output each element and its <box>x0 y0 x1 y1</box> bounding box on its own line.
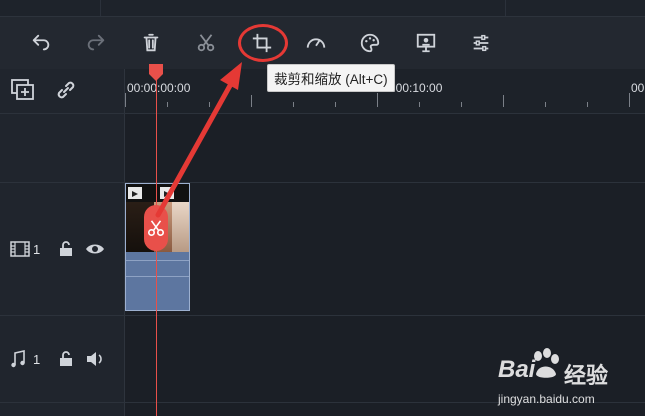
top-strip-segment <box>0 0 101 16</box>
ruler-tick <box>503 95 504 107</box>
video-track-icon <box>10 241 30 257</box>
track-separator <box>0 182 645 183</box>
audio-track-lock-button[interactable] <box>58 351 74 367</box>
color-icon <box>360 33 380 53</box>
audio-track-mute-button[interactable] <box>85 350 105 368</box>
ruler-tick <box>125 93 126 107</box>
screen-record-icon <box>416 33 436 53</box>
top-strip-segment <box>100 0 506 16</box>
ruler-tick <box>629 93 630 107</box>
baidu-paw-icon <box>534 348 559 378</box>
track-separator <box>0 113 645 114</box>
undo-button[interactable] <box>25 27 57 59</box>
color-button[interactable] <box>354 27 386 59</box>
watermark-brand-cn: 经验 <box>564 363 609 388</box>
track-separator <box>0 315 645 316</box>
ruler-tick <box>587 102 588 107</box>
annotation-arrow <box>155 62 242 218</box>
top-strip <box>0 0 645 16</box>
ruler-label-end: 00 <box>631 81 645 95</box>
video-track-visibility-button[interactable] <box>85 241 105 257</box>
film-icon <box>128 187 142 199</box>
baidu-watermark: Bai 经验 jingyan.baidu.com <box>476 340 645 416</box>
audio-track-icon <box>10 350 26 368</box>
scissors-icon <box>147 220 165 237</box>
unlock-icon <box>60 241 72 256</box>
clip-audio-line <box>126 260 189 261</box>
adjust-icon <box>473 34 489 52</box>
speed-icon <box>306 38 326 48</box>
eye-icon <box>86 244 104 254</box>
video-track-lock-button[interactable] <box>58 241 74 257</box>
link-icon <box>57 81 75 99</box>
speaker-icon <box>87 352 102 366</box>
redo-button[interactable] <box>80 27 112 59</box>
screen-record-button[interactable] <box>410 27 442 59</box>
speed-button[interactable] <box>300 27 332 59</box>
undo-icon <box>32 34 50 51</box>
adjust-button[interactable] <box>465 27 497 59</box>
crop-zoom-tooltip: 裁剪和缩放 (Alt+C) <box>267 64 395 92</box>
watermark-brand: Bai <box>498 356 536 383</box>
add-track-button[interactable] <box>10 78 36 102</box>
watermark-url: jingyan.baidu.com <box>498 392 595 406</box>
ruler-tick <box>419 102 420 107</box>
add-track-icon <box>11 79 34 100</box>
ruler-tick <box>461 102 462 107</box>
unlock-icon <box>60 351 72 366</box>
clip-audio-line <box>126 276 189 277</box>
link-button[interactable] <box>54 78 78 102</box>
audio-track-number: 1 <box>33 352 41 367</box>
redo-icon <box>87 34 105 51</box>
ruler-tick <box>293 102 294 107</box>
edit-toolbar <box>0 16 645 70</box>
ruler-tick <box>377 93 378 107</box>
video-track-number: 1 <box>33 242 41 257</box>
ruler-tick <box>545 102 546 107</box>
ruler-tick <box>335 102 336 107</box>
